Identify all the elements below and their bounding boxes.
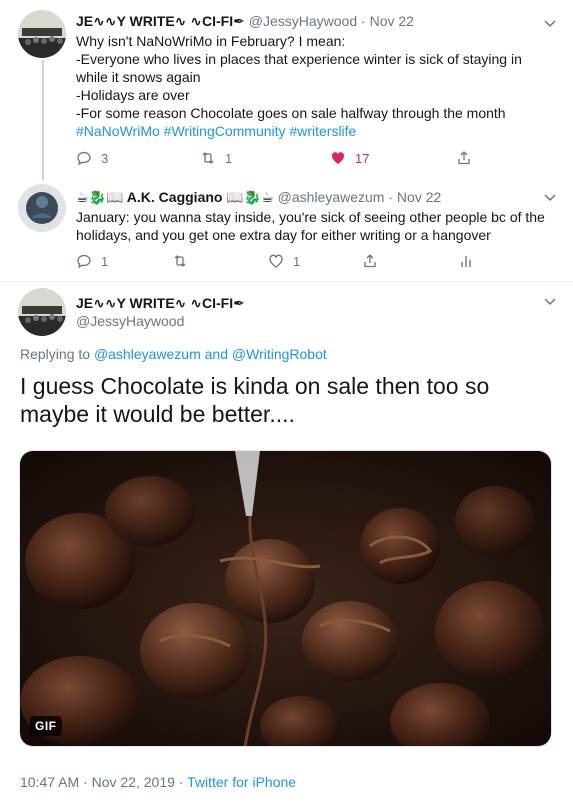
like-icon xyxy=(332,152,344,164)
tweet-time[interactable]: 10:47 AM xyxy=(20,774,79,790)
tweet-1-actions: 3 1 17 xyxy=(76,148,556,168)
replying-to: Replying to @ashleyawezum and @WritingRo… xyxy=(20,345,327,363)
analytics-icon xyxy=(461,256,471,267)
tweet-1-header: JE∿∿Y WRITE∿ ∿CI-FI✒ @JessyHaywood · Nov… xyxy=(76,12,414,30)
tweet-2-header: ☕🐉📖 A.K. Caggiano 📖🐉☕ @ashleyawezum · No… xyxy=(76,188,441,206)
main-author-avatar[interactable] xyxy=(18,288,66,336)
thread-connector xyxy=(42,60,44,180)
caggiano-avatar[interactable] xyxy=(18,184,66,232)
separator-dot: · xyxy=(178,774,184,790)
tweet-line: -Holidays are over xyxy=(76,87,190,103)
tweet-meta: 10:47 AM · Nov 22, 2019 · Twitter for iP… xyxy=(20,773,296,791)
reply-button[interactable]: 1 xyxy=(76,251,108,271)
mention-link[interactable]: @ashleyawezum xyxy=(94,346,201,362)
tweet-line: Why isn't NaNoWriMo in February? I mean: xyxy=(76,33,346,49)
retweet-button[interactable]: 1 xyxy=(200,148,232,168)
separator-dot: · xyxy=(388,189,394,205)
tweet-2-actions: 1 1 xyxy=(76,251,556,271)
hashtags-line: #NaNoWriMo #WritingCommunity #writerslif… xyxy=(76,122,546,140)
and-text: and xyxy=(204,346,228,362)
tweet-full-date[interactable]: Nov 22, 2019 xyxy=(92,774,175,790)
reply-icon xyxy=(77,151,91,166)
chocolate-gif-image xyxy=(20,451,551,746)
share-button[interactable] xyxy=(362,251,387,271)
like-button[interactable]: 1 xyxy=(268,251,300,271)
like-count: 1 xyxy=(293,253,301,269)
hashtag-link[interactable]: #writerslife xyxy=(289,123,356,139)
retweet-icon xyxy=(202,152,214,164)
author-handle[interactable]: @ashleyawezum xyxy=(278,189,385,205)
tweet-line: while it snows again xyxy=(76,69,201,85)
main-tweet-text: I guess Chocolate is kinda on sale then … xyxy=(20,373,490,427)
tweet-line: -For some reason Chocolate goes on sale … xyxy=(76,105,506,121)
like-button[interactable]: 17 xyxy=(330,148,369,168)
reply-icon xyxy=(77,254,91,269)
gif-badge: GIF xyxy=(30,716,62,736)
share-icon xyxy=(458,151,470,165)
divider xyxy=(0,281,573,282)
chevron-down-icon[interactable] xyxy=(541,14,559,32)
tweet-source-link[interactable]: Twitter for iPhone xyxy=(187,774,296,790)
gif-media[interactable]: GIF xyxy=(19,450,552,747)
separator-dot: · xyxy=(83,774,88,790)
like-count: 17 xyxy=(355,150,370,166)
author-handle[interactable]: @JessyHaywood xyxy=(249,13,357,29)
main-author-handle[interactable]: @JessyHaywood xyxy=(76,312,184,330)
tweet-1-text: Why isn't NaNoWriMo in February? I mean:… xyxy=(76,32,546,140)
tweet-2[interactable]: ☕🐉📖 A.K. Caggiano 📖🐉☕ @ashleyawezum · No… xyxy=(0,180,573,280)
tweet-2-text: January: you wanna stay inside, you're s… xyxy=(76,208,546,244)
tweet-date[interactable]: Nov 22 xyxy=(370,13,414,29)
retweet-count: 1 xyxy=(225,150,233,166)
tweet-date[interactable]: Nov 22 xyxy=(397,189,441,205)
share-button[interactable] xyxy=(456,148,481,168)
tweet-1[interactable]: JE∿∿Y WRITE∿ ∿CI-FI✒ @JessyHaywood · Nov… xyxy=(0,0,573,180)
mention-link[interactable]: @WritingRobot xyxy=(232,346,327,362)
reply-count: 1 xyxy=(101,253,109,269)
like-icon xyxy=(269,254,283,268)
author-name[interactable]: ☕🐉📖 A.K. Caggiano 📖🐉☕ xyxy=(76,189,274,205)
analytics-button[interactable] xyxy=(458,251,483,271)
tweet-line: holidays, and you get one extra day for … xyxy=(76,227,491,243)
chevron-down-icon[interactable] xyxy=(541,292,559,310)
jessy-avatar[interactable] xyxy=(18,10,66,58)
retweet-button[interactable] xyxy=(172,251,197,271)
chevron-down-icon[interactable] xyxy=(541,188,559,206)
separator-dot: · xyxy=(361,13,366,29)
reply-button[interactable]: 3 xyxy=(76,148,108,168)
hashtag-link[interactable]: #NaNoWriMo xyxy=(76,123,160,139)
tweet-line: -Everyone who lives in places that exper… xyxy=(76,51,522,67)
hashtag-link[interactable]: #WritingCommunity xyxy=(164,123,286,139)
retweet-icon xyxy=(174,255,186,267)
author-name[interactable]: JE∿∿Y WRITE∿ ∿CI-FI✒ xyxy=(76,13,245,29)
tweet-line: January: you wanna stay inside, you're s… xyxy=(76,209,545,225)
main-author-name[interactable]: JE∿∿Y WRITE∿ ∿CI-FI✒ xyxy=(76,294,245,312)
share-icon xyxy=(364,254,376,268)
reply-count: 3 xyxy=(101,150,109,166)
replying-prefix: Replying to xyxy=(20,346,91,362)
